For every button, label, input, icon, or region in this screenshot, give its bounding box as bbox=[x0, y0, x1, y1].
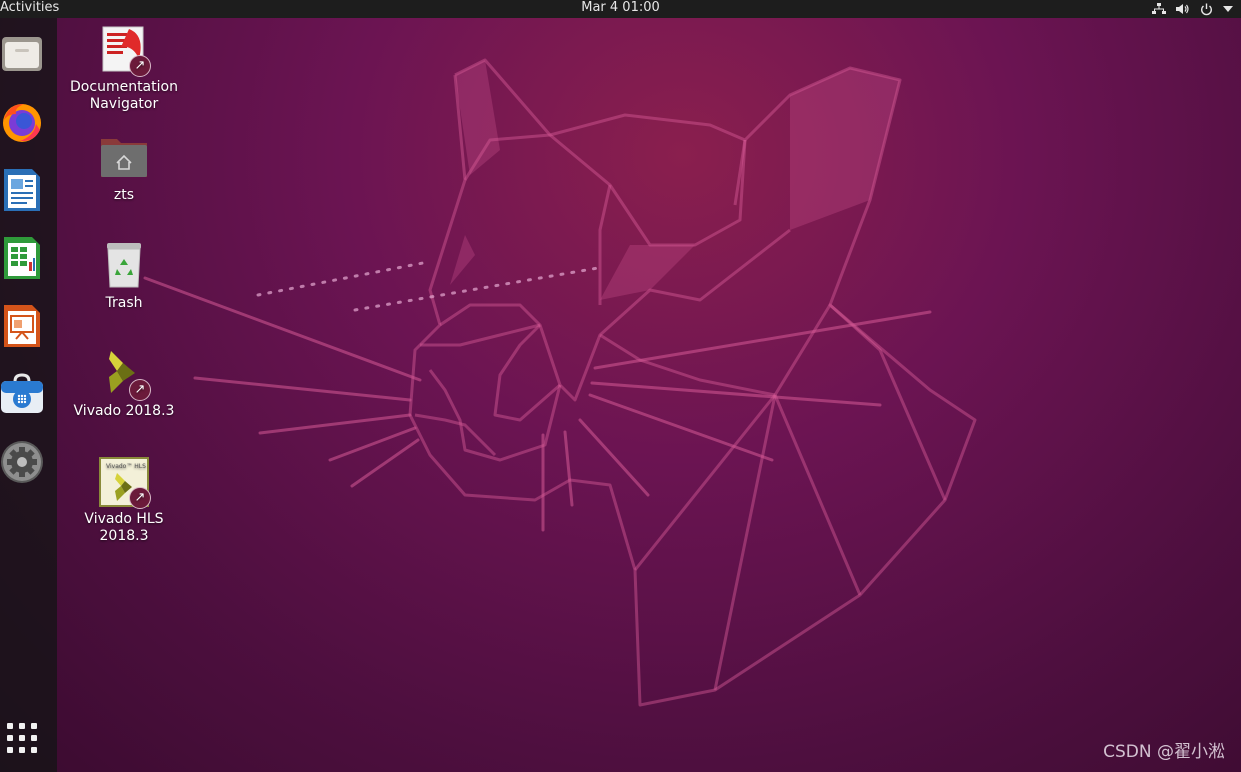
dock-item-files[interactable] bbox=[0, 30, 44, 78]
desktop-icon-vivado[interactable]: ↗ Vivado 2018.3 bbox=[64, 349, 184, 420]
dock-item-settings[interactable] bbox=[0, 438, 44, 486]
network-icon[interactable] bbox=[1152, 3, 1166, 15]
calc-icon bbox=[2, 235, 42, 281]
settings-icon bbox=[0, 440, 44, 484]
dock-item-firefox[interactable] bbox=[0, 98, 44, 146]
documentation-navigator-icon: ↗ bbox=[99, 25, 151, 77]
dock-item-impress[interactable] bbox=[0, 302, 44, 350]
clock-button[interactable]: Mar 4 01:00 bbox=[581, 0, 660, 15]
volume-icon[interactable] bbox=[1176, 3, 1190, 15]
top-bar: Activities Mar 4 01:00 bbox=[0, 0, 1241, 18]
desktop-screen: Activities Mar 4 01:00 ↗ Documentation N… bbox=[0, 0, 1241, 772]
vivado-hls-icon: Vivado™ HLS ↗ bbox=[99, 457, 151, 509]
dock-item-writer[interactable] bbox=[0, 166, 44, 214]
dock bbox=[0, 18, 57, 772]
files-icon bbox=[1, 33, 43, 75]
shortcut-arrow-icon: ↗ bbox=[129, 55, 151, 77]
wallpaper-cat-art bbox=[143, 58, 977, 707]
desktop-icon-label: zts bbox=[113, 187, 135, 203]
system-tray[interactable] bbox=[1152, 0, 1233, 18]
show-applications-icon bbox=[6, 722, 38, 754]
dropdown-arrow-icon[interactable] bbox=[1223, 6, 1233, 12]
desktop-icon-label: Trash bbox=[105, 295, 143, 311]
writer-icon bbox=[2, 167, 42, 213]
watermark-text: CSDN @翟小淞 bbox=[1103, 742, 1225, 762]
dock-item-software[interactable] bbox=[0, 370, 44, 418]
software-store-icon bbox=[0, 373, 44, 415]
trash-icon bbox=[99, 241, 149, 291]
vivado-hls-icon-text: Vivado™ HLS bbox=[106, 463, 146, 470]
shortcut-arrow-icon: ↗ bbox=[129, 379, 151, 401]
vivado-icon: ↗ bbox=[99, 349, 151, 401]
desktop-icon-label: Vivado 2018.3 bbox=[73, 403, 175, 419]
desktop-icon-label: Documentation Navigator bbox=[70, 79, 178, 112]
desktop-icon-label: Vivado HLS 2018.3 bbox=[84, 511, 164, 544]
desktop-icon-trash[interactable]: Trash bbox=[64, 241, 184, 312]
power-icon[interactable] bbox=[1200, 3, 1213, 16]
desktop-icon-documentation-navigator[interactable]: ↗ Documentation Navigator bbox=[64, 25, 184, 113]
shortcut-arrow-icon: ↗ bbox=[129, 487, 151, 509]
desktop-icon-home[interactable]: zts bbox=[64, 133, 184, 204]
activities-button[interactable]: Activities bbox=[0, 0, 59, 17]
firefox-icon bbox=[0, 100, 44, 144]
dock-item-calc[interactable] bbox=[0, 234, 44, 282]
desktop-icon-vivado-hls[interactable]: Vivado™ HLS ↗ Vivado HLS 2018.3 bbox=[64, 457, 184, 545]
show-applications-button[interactable] bbox=[0, 714, 44, 762]
impress-icon bbox=[2, 303, 42, 349]
home-folder-icon bbox=[99, 133, 149, 183]
